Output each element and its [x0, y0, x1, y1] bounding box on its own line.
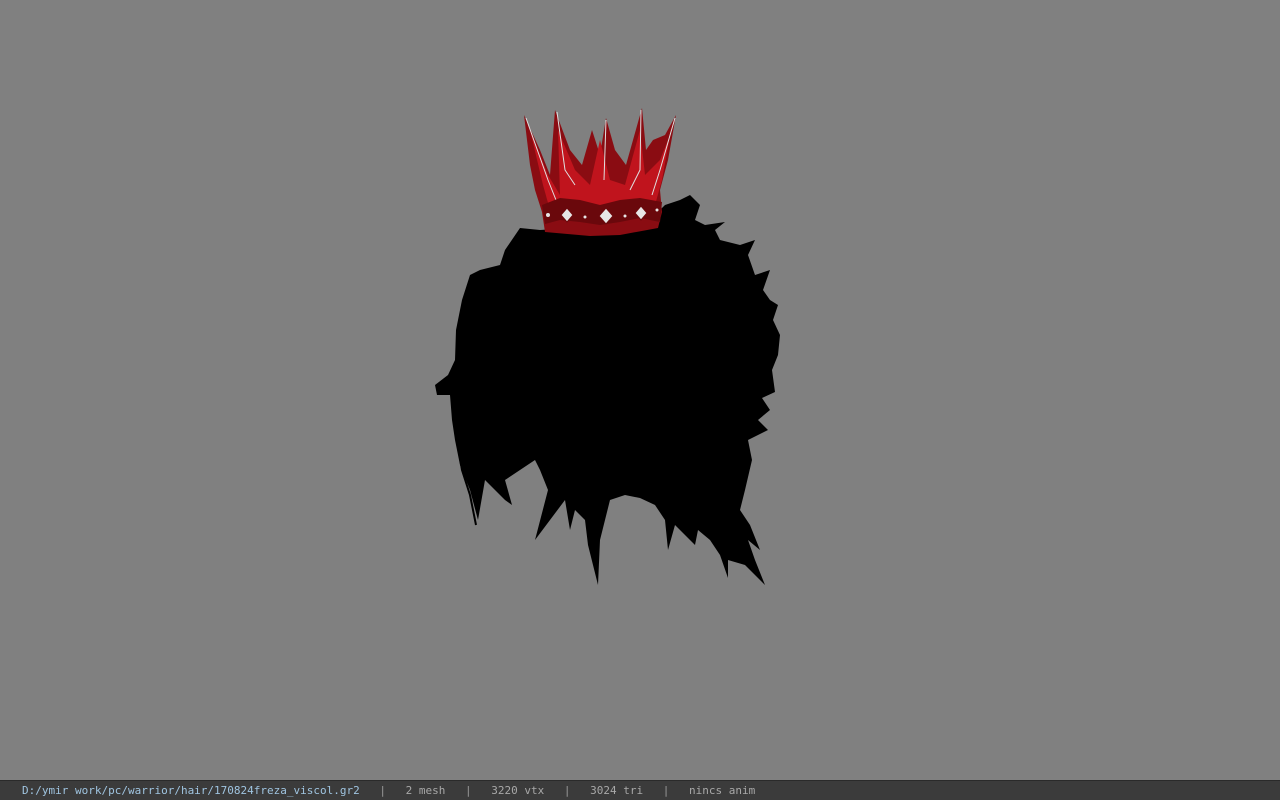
crown-mesh	[524, 108, 676, 236]
status-bar: D:/ymir work/pc/warrior/hair/170824freza…	[0, 780, 1280, 800]
anim-status: nincs anim	[688, 784, 756, 797]
file-path: D:/ymir work/pc/warrior/hair/170824freza…	[22, 784, 360, 797]
separator: |	[465, 784, 472, 797]
separator: |	[379, 784, 387, 797]
separator: |	[563, 784, 571, 797]
3d-viewport[interactable]	[0, 0, 1280, 780]
hair-mesh	[435, 195, 780, 585]
mesh-count: 2 mesh	[405, 784, 446, 797]
model-render	[435, 108, 780, 585]
separator: |	[662, 784, 670, 797]
vertex-count: 3220 vtx	[491, 784, 545, 797]
triangle-count: 3024 tri	[590, 784, 644, 797]
